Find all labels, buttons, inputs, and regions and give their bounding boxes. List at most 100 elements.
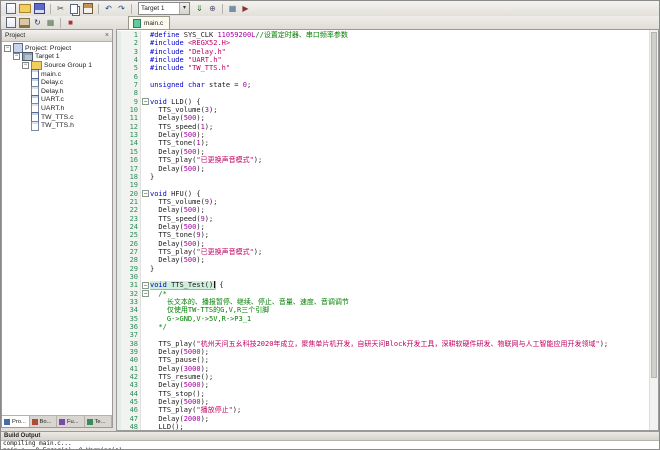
code-line[interactable]: 25 TTS_tone(9); <box>117 231 650 239</box>
code-line[interactable]: 3#include "Delay.h" <box>117 48 650 56</box>
tree-item-uart-h[interactable]: UART.h <box>2 104 112 113</box>
fold-collapse-icon[interactable]: − <box>142 290 149 297</box>
code-line[interactable]: 46 TTS_play("播放停止"); <box>117 406 650 414</box>
close-icon[interactable]: × <box>105 31 109 40</box>
code-line[interactable]: 34 仅使用TW-TTS的G,V,R三个引脚 <box>117 306 650 314</box>
code-line[interactable]: 36 */ <box>117 323 650 331</box>
code-line[interactable]: 28 Delay(500); <box>117 256 650 264</box>
new-file-icon[interactable] <box>6 3 16 14</box>
code-line[interactable]: 13 Delay(500); <box>117 131 650 139</box>
tab-project[interactable]: Pro... <box>2 416 30 427</box>
code-line[interactable]: 39 Delay(5000); <box>117 348 650 356</box>
copy-icon[interactable] <box>70 4 78 14</box>
code-line[interactable]: 37 <box>117 331 650 339</box>
code-line[interactable]: 33 长文本的、播报暂停、继续、停止、音量、速度、音调调节 <box>117 298 650 306</box>
code-line[interactable]: 4#include "UART.h" <box>117 56 650 64</box>
code-line[interactable]: 30 <box>117 273 650 281</box>
code-line[interactable]: 22 Delay(500); <box>117 206 650 214</box>
code-line[interactable]: 2#include <REGX52.H> <box>117 39 650 47</box>
cut-icon[interactable]: ✂ <box>55 3 66 14</box>
paste-icon[interactable] <box>83 3 93 14</box>
flash-download-icon[interactable]: ⇓ <box>194 3 205 14</box>
options-for-target-icon[interactable]: ⊕ <box>207 3 218 14</box>
stop-build-icon[interactable]: ■ <box>65 17 76 28</box>
code-line[interactable]: 29} <box>117 265 650 273</box>
editor-vertical-scrollbar[interactable] <box>649 30 658 430</box>
code-line[interactable]: 38 TTS_play("杭州天问五幺科技2020年成立，聚焦单片机开发，自研天… <box>117 340 650 348</box>
tree-item-tw-tts-h[interactable]: TW_TTS.h <box>2 121 112 130</box>
code-line[interactable]: 21 TTS_volume(9); <box>117 198 650 206</box>
tree-item-tw-tts-c[interactable]: TW_TTS.c <box>2 113 112 122</box>
code-line[interactable]: 19 <box>117 181 650 189</box>
code-line[interactable]: 17 Delay(500); <box>117 165 650 173</box>
code-line[interactable]: 24 Delay(500); <box>117 223 650 231</box>
fold-column[interactable]: − <box>141 281 150 289</box>
build-icon[interactable] <box>19 18 30 28</box>
build-output-content[interactable]: compiling main.c...main.c - 0 Error(s), … <box>1 441 659 449</box>
code-line[interactable]: 11 Delay(500); <box>117 114 650 122</box>
code-line[interactable]: 42 TTS_resume(); <box>117 373 650 381</box>
code-line[interactable]: 16 TTS_play("已更换声音模式"); <box>117 156 650 164</box>
code-line[interactable]: 32− /* <box>117 290 650 298</box>
code-text: #include <REGX52.H> <box>150 39 650 47</box>
expander-icon[interactable]: − <box>13 53 20 60</box>
code-line[interactable]: 12 TTS_speed(1); <box>117 123 650 131</box>
expander-icon[interactable]: − <box>4 45 11 52</box>
code-line[interactable]: 10 TTS_volume(3); <box>117 106 650 114</box>
tab-books[interactable]: Bo... <box>30 416 58 427</box>
rebuild-all-icon[interactable]: ↻ <box>32 17 43 28</box>
code-line[interactable]: 18} <box>117 173 650 181</box>
fold-column[interactable]: − <box>141 290 150 298</box>
code-line[interactable]: 40 TTS_pause(); <box>117 356 650 364</box>
code-line[interactable]: 41 Delay(3000); <box>117 365 650 373</box>
tree-item-target-1[interactable]: −Target 1 <box>2 53 112 62</box>
code-line[interactable]: 27 TTS_play("已更换声音模式"); <box>117 248 650 256</box>
fold-column[interactable]: − <box>141 190 150 198</box>
tree-item-source-group-1[interactable]: −Source Group 1 <box>2 61 112 70</box>
translate-file-icon[interactable] <box>6 17 16 28</box>
code-line[interactable]: 7unsigned char state = 0; <box>117 81 650 89</box>
scrollbar-thumb[interactable] <box>651 32 657 378</box>
fold-column[interactable]: − <box>141 98 150 106</box>
code-line[interactable]: 8 <box>117 89 650 97</box>
code-line[interactable]: 26 Delay(500); <box>117 240 650 248</box>
tree-item-delay-c[interactable]: Delay.c <box>2 78 112 87</box>
tree-item-uart-c[interactable]: UART.c <box>2 96 112 105</box>
save-icon[interactable] <box>34 3 45 14</box>
tab-functions[interactable]: Fu... <box>57 416 85 427</box>
code-line[interactable]: 48 LLD(); <box>117 423 650 431</box>
code-line[interactable]: 20−void HFU() { <box>117 190 650 198</box>
code-line[interactable]: 31−void TTS_Test() { <box>117 281 650 289</box>
fold-collapse-icon[interactable]: − <box>142 282 149 289</box>
tab-main-c[interactable]: main.c <box>128 16 170 29</box>
code-line[interactable]: 1#define SYS_CLK 11059200L//设置定时器、串口频率参数 <box>117 31 650 39</box>
tree-item-main-c[interactable]: main.c <box>2 70 112 79</box>
tree-item-project-project[interactable]: −Project: Project <box>2 44 112 53</box>
code-line[interactable]: 15 Delay(500); <box>117 148 650 156</box>
expander-icon[interactable]: − <box>22 62 29 69</box>
chevron-down-icon[interactable]: ▾ <box>179 3 189 14</box>
tree-item-delay-h[interactable]: Delay.h <box>2 87 112 96</box>
code-line[interactable]: 14 TTS_tone(1); <box>117 139 650 147</box>
code-text <box>150 73 650 81</box>
fold-collapse-icon[interactable]: − <box>142 98 149 105</box>
open-file-icon[interactable] <box>19 4 31 13</box>
code-editor[interactable]: 1#define SYS_CLK 11059200L//设置定时器、串口频率参数… <box>116 29 659 431</box>
code-line[interactable]: 6 <box>117 73 650 81</box>
code-line[interactable]: 9−void LLD() { <box>117 98 650 106</box>
code-line[interactable]: 35 G->GND,V->5V,R->P3_1 <box>117 315 650 323</box>
target-select[interactable]: Target 1 ▾ <box>138 2 190 15</box>
redo-icon[interactable]: ↷ <box>116 3 127 14</box>
code-line[interactable]: 44 TTS_stop(); <box>117 390 650 398</box>
code-line[interactable]: 5#include "TW_TTS.h" <box>117 64 650 72</box>
tab-templates[interactable]: Te... <box>85 416 113 427</box>
code-line[interactable]: 45 Delay(5000); <box>117 398 650 406</box>
batch-build-icon[interactable]: ▦ <box>45 17 56 28</box>
undo-icon[interactable]: ↶ <box>103 3 114 14</box>
fold-collapse-icon[interactable]: − <box>142 190 149 197</box>
code-line[interactable]: 47 Delay(2000); <box>117 415 650 423</box>
code-line[interactable]: 23 TTS_speed(9); <box>117 215 650 223</box>
debug-icon[interactable]: ▶ <box>240 3 251 14</box>
pack-installer-icon[interactable]: ▦ <box>227 3 238 14</box>
code-line[interactable]: 43 Delay(5000); <box>117 381 650 389</box>
